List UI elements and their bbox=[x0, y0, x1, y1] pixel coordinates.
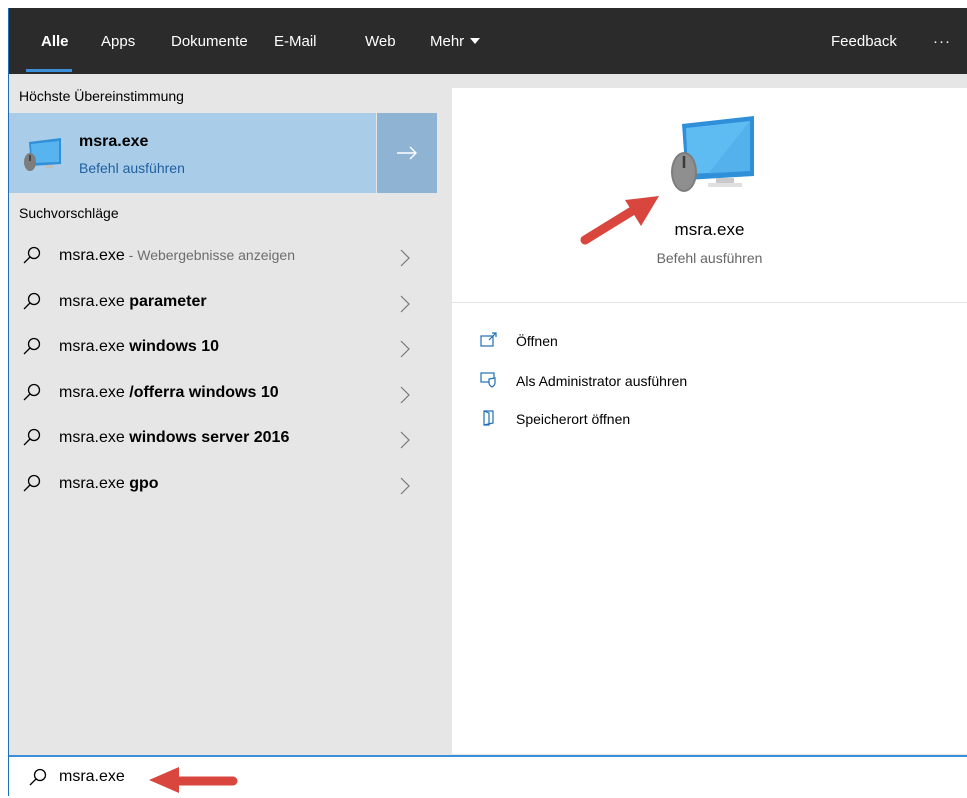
search-icon bbox=[23, 292, 41, 309]
suggestion-text: msra.exe gpo bbox=[59, 475, 159, 493]
detail-subtitle: Befehl ausführen bbox=[656, 250, 763, 266]
search-icon bbox=[23, 246, 41, 264]
suggestion-query: msra.exe bbox=[59, 292, 130, 310]
suggestion-hint: - Webergebnisse anzeigen bbox=[124, 247, 295, 263]
suggestion-query: msra.exe bbox=[59, 474, 130, 492]
suggestion-query-bold: gpo bbox=[129, 474, 159, 492]
arrow-right-icon bbox=[397, 146, 417, 160]
chevron-right-icon bbox=[400, 249, 410, 267]
tab-more[interactable]: Mehr bbox=[430, 33, 481, 50]
results-pane: Höchste Übereinstimmung msra.exe Befehl … bbox=[9, 74, 437, 754]
tab-email[interactable]: E-Mail bbox=[274, 33, 317, 50]
best-match-heading: Höchste Übereinstimmung bbox=[19, 88, 184, 104]
suggestion-text: msra.exe parameter bbox=[59, 293, 207, 311]
chevron-right-icon bbox=[400, 340, 410, 358]
search-icon bbox=[23, 474, 41, 491]
tab-all[interactable]: Alle bbox=[41, 33, 69, 50]
annotation-arrow-icon bbox=[580, 196, 659, 245]
detail-divider bbox=[452, 302, 967, 303]
tab-more-label: Mehr bbox=[430, 33, 465, 50]
chevron-right-icon bbox=[400, 431, 410, 449]
detail-title: msra.exe bbox=[674, 220, 745, 239]
suggestion-query-bold: windows server 2016 bbox=[129, 429, 290, 446]
file-location-icon bbox=[483, 410, 494, 426]
search-icon bbox=[29, 768, 47, 786]
suggestion-item[interactable]: msra.exe windows server 2016 bbox=[9, 418, 437, 460]
suggestion-item[interactable]: msra.exe - Webergebnisse anzeigen bbox=[9, 236, 437, 278]
suggestion-item[interactable]: msra.exe windows 10 bbox=[9, 327, 437, 369]
tab-documents[interactable]: Dokumente bbox=[171, 33, 248, 50]
caret-down-icon bbox=[470, 38, 481, 44]
more-options-icon[interactable]: ··· bbox=[933, 33, 951, 50]
suggestion-text: msra.exe windows server 2016 bbox=[59, 429, 289, 447]
suggestion-query: msra.exe bbox=[59, 247, 125, 264]
search-icon bbox=[23, 428, 41, 446]
admin-shield-icon bbox=[480, 372, 496, 388]
monitor-mouse-icon bbox=[24, 138, 61, 171]
action-open-file-location-label: Speicherort öffnen bbox=[516, 411, 631, 427]
suggestion-text: msra.exe - Webergebnisse anzeigen bbox=[59, 247, 295, 265]
best-match-title: msra.exe bbox=[79, 133, 149, 150]
suggestion-item[interactable]: msra.exe gpo bbox=[9, 464, 437, 506]
suggestion-query-bold: windows 10 bbox=[129, 338, 220, 355]
suggestion-query: msra.exe bbox=[59, 429, 130, 446]
open-icon bbox=[480, 332, 497, 347]
best-match-item[interactable]: msra.exe Befehl ausführen bbox=[9, 113, 376, 193]
best-match-subtitle: Befehl ausführen bbox=[79, 160, 185, 176]
search-icon bbox=[23, 383, 41, 400]
action-run-as-admin-label: Als Administrator ausführen bbox=[516, 373, 688, 389]
suggestion-query: msra.exe bbox=[59, 383, 130, 401]
monitor-mouse-icon bbox=[671, 116, 754, 192]
detail-pane: msra.exe Befehl ausführen Öffnen Als Adm… bbox=[452, 88, 967, 754]
active-tab-indicator bbox=[26, 69, 72, 72]
tab-web[interactable]: Web bbox=[365, 33, 396, 50]
expand-details-button[interactable] bbox=[377, 113, 437, 193]
suggestion-item[interactable]: msra.exe /offerra windows 10 bbox=[9, 373, 437, 415]
annotation-arrow-icon bbox=[149, 767, 238, 793]
action-open-label: Öffnen bbox=[516, 333, 558, 349]
suggestion-query: msra.exe bbox=[59, 338, 130, 355]
chevron-right-icon bbox=[400, 295, 410, 312]
chevron-right-icon bbox=[400, 477, 410, 494]
suggestion-item[interactable]: msra.exe parameter bbox=[9, 282, 437, 324]
suggestion-text: msra.exe /offerra windows 10 bbox=[59, 384, 279, 402]
suggestion-query-bold: parameter bbox=[129, 292, 207, 310]
tab-apps[interactable]: Apps bbox=[101, 33, 135, 50]
search-icon bbox=[23, 337, 41, 355]
suggestions-heading: Suchvorschläge bbox=[19, 205, 119, 221]
suggestion-query-bold: /offerra windows 10 bbox=[129, 383, 279, 401]
feedback-link[interactable]: Feedback bbox=[831, 33, 897, 50]
suggestion-text: msra.exe windows 10 bbox=[59, 338, 219, 356]
chevron-right-icon bbox=[400, 386, 410, 403]
filter-tab-bar: Alle Apps Dokumente E-Mail Web Mehr Feed… bbox=[9, 8, 967, 74]
